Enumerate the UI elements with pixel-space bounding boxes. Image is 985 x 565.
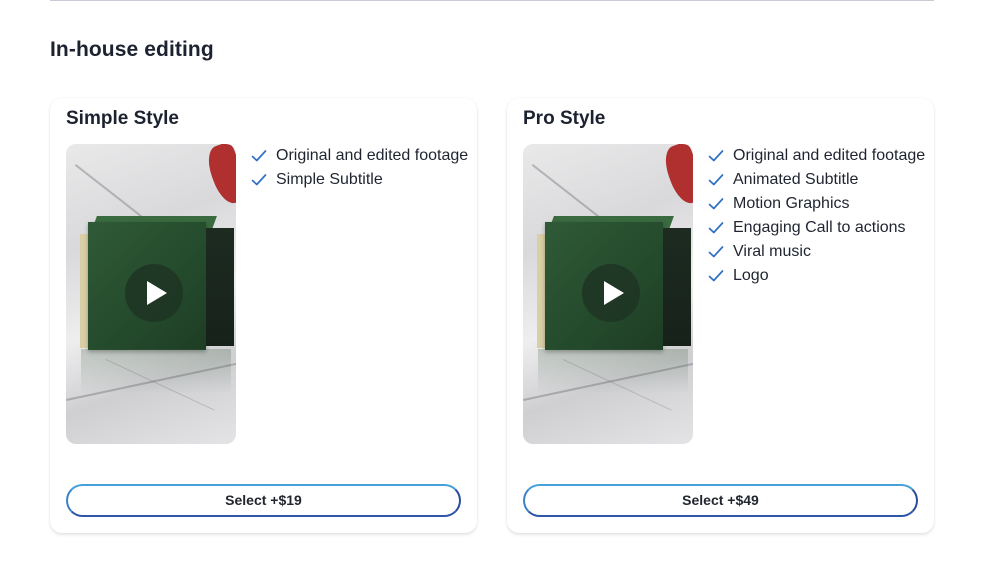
section-title: In-house editing	[50, 38, 214, 61]
select-pro-button[interactable]: Select +$49	[523, 484, 918, 517]
play-icon[interactable]	[582, 264, 640, 322]
feature-item: Original and edited footage	[251, 146, 468, 170]
check-icon	[708, 174, 724, 186]
feature-item: Logo	[708, 266, 925, 290]
check-icon	[708, 222, 724, 234]
check-icon	[708, 270, 724, 282]
feature-label: Motion Graphics	[733, 195, 850, 212]
simple-style-card: Simple Style Original and edited footage…	[50, 98, 477, 533]
feature-label: Engaging Call to actions	[733, 219, 906, 236]
feature-item: Viral music	[708, 242, 925, 266]
reflection	[81, 349, 231, 394]
feature-label: Original and edited footage	[276, 147, 469, 164]
card-title: Pro Style	[523, 108, 606, 129]
product-box-side	[663, 228, 691, 346]
video-thumbnail[interactable]	[523, 144, 693, 444]
feature-label: Logo	[733, 267, 769, 284]
feature-label: Simple Subtitle	[276, 171, 383, 188]
check-icon	[708, 198, 724, 210]
check-icon	[251, 150, 267, 162]
product-box-side	[206, 228, 234, 346]
feature-item: Engaging Call to actions	[708, 218, 925, 242]
feature-label: Viral music	[733, 243, 811, 260]
feature-label: Original and edited footage	[733, 147, 926, 164]
page: In-house editing Simple Style Original a…	[0, 0, 985, 565]
check-icon	[708, 246, 724, 258]
reflection	[538, 349, 688, 394]
feature-label: Animated Subtitle	[733, 171, 859, 188]
video-thumbnail[interactable]	[66, 144, 236, 444]
hand	[202, 144, 236, 208]
feature-list: Original and edited footage Simple Subti…	[251, 146, 468, 194]
check-icon	[251, 174, 267, 186]
feature-item: Motion Graphics	[708, 194, 925, 218]
hand	[659, 144, 693, 208]
check-icon	[708, 150, 724, 162]
feature-item: Original and edited footage	[708, 146, 925, 170]
feature-list: Original and edited footage Animated Sub…	[708, 146, 925, 290]
pro-style-card: Pro Style Original and edited footage An…	[507, 98, 934, 533]
feature-item: Animated Subtitle	[708, 170, 925, 194]
feature-item: Simple Subtitle	[251, 170, 468, 194]
play-icon[interactable]	[125, 264, 183, 322]
divider	[50, 0, 934, 1]
select-simple-button[interactable]: Select +$19	[66, 484, 461, 517]
card-title: Simple Style	[66, 108, 179, 129]
